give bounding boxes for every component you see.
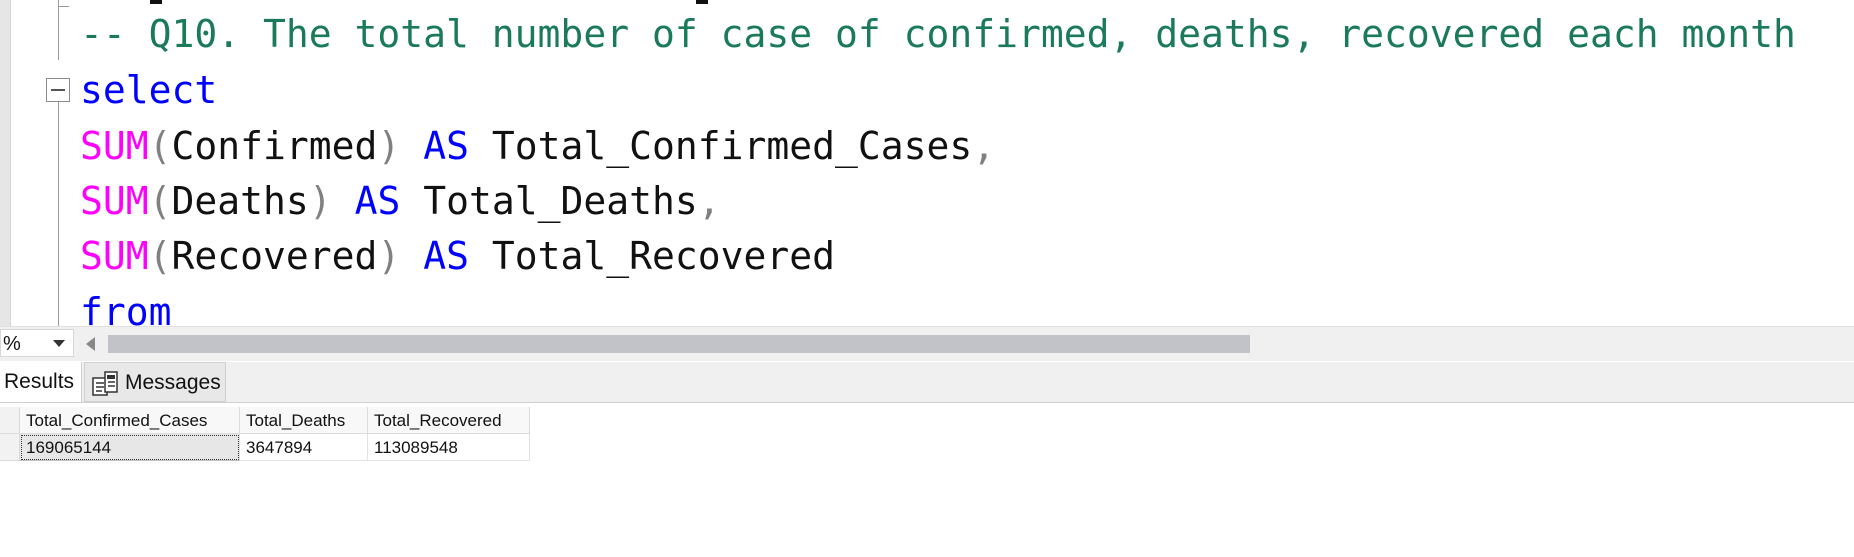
code-comment-line[interactable]: -- Q10. The total number of case of conf… xyxy=(80,12,1796,56)
results-tab-bar: Results Messages xyxy=(0,362,1854,403)
column-token: Recovered xyxy=(171,234,378,278)
comma-token: , xyxy=(972,124,996,168)
horizontal-scrollbar-thumb[interactable] xyxy=(108,335,1250,353)
paren-token: ( xyxy=(148,124,172,168)
keyword-token: AS xyxy=(423,124,469,168)
keyword-token: AS xyxy=(354,179,401,223)
code-line-sum-deaths[interactable]: SUM(Deaths) AS Total_Deaths, xyxy=(80,179,721,223)
alias-token: Total_Deaths xyxy=(423,179,698,223)
grid-corner[interactable] xyxy=(0,407,20,434)
tab-messages-label: Messages xyxy=(125,371,221,394)
function-token: SUM xyxy=(80,124,149,168)
row-header[interactable] xyxy=(0,434,20,461)
editor-status-bar: % xyxy=(0,326,1854,361)
collapse-icon[interactable] xyxy=(46,78,70,102)
code-line-sum-confirmed[interactable]: SUM(Confirmed) AS Total_Confirmed_Cases, xyxy=(80,124,995,168)
function-token: SUM xyxy=(80,179,149,223)
paren-token: ) xyxy=(377,234,401,278)
paren-token: ) xyxy=(377,124,401,168)
comma-token: , xyxy=(697,179,721,223)
code-from-line[interactable]: from xyxy=(80,290,172,326)
code-select-line[interactable]: select xyxy=(80,68,217,112)
paren-token: ( xyxy=(148,179,172,223)
scroll-left-arrow-icon[interactable] xyxy=(86,337,95,351)
function-token: SUM xyxy=(80,234,149,278)
fold-guide-top xyxy=(58,0,69,7)
alias-token: Total_Recovered xyxy=(491,234,836,278)
column-header[interactable]: Total_Deaths xyxy=(240,407,368,434)
clipped-line-fragment xyxy=(696,0,708,4)
zoom-dropdown[interactable]: % xyxy=(0,329,74,357)
grid-cell[interactable]: 169065144 xyxy=(20,434,240,461)
grid-cell[interactable]: 113089548 xyxy=(368,434,530,461)
editor-margin xyxy=(0,0,11,326)
tab-results[interactable]: Results xyxy=(0,362,82,402)
paren-token: ) xyxy=(308,179,332,223)
column-header[interactable]: Total_Confirmed_Cases xyxy=(20,407,240,434)
clipped-line-fragment xyxy=(150,0,162,4)
tab-messages[interactable]: Messages xyxy=(84,362,226,402)
code-line-sum-recovered[interactable]: SUM(Recovered) AS Total_Recovered xyxy=(80,234,835,278)
column-token: Deaths xyxy=(171,179,309,223)
query-editor[interactable]: -- Q10. The total number of case of conf… xyxy=(0,0,1854,326)
messages-icon xyxy=(92,371,118,396)
fold-guide-line xyxy=(58,0,59,60)
chevron-down-icon[interactable] xyxy=(53,340,65,347)
grid-cell[interactable]: 3647894 xyxy=(240,434,368,461)
fold-guide-block xyxy=(58,102,59,326)
zoom-value: % xyxy=(3,333,21,355)
alias-token: Total_Confirmed_Cases xyxy=(491,124,973,168)
keyword-token: AS xyxy=(423,234,469,278)
results-grid[interactable]: Total_Confirmed_Cases Total_Deaths Total… xyxy=(0,403,1854,557)
paren-token: ( xyxy=(148,234,172,278)
column-token: Confirmed xyxy=(171,124,378,168)
column-header[interactable]: Total_Recovered xyxy=(368,407,530,434)
